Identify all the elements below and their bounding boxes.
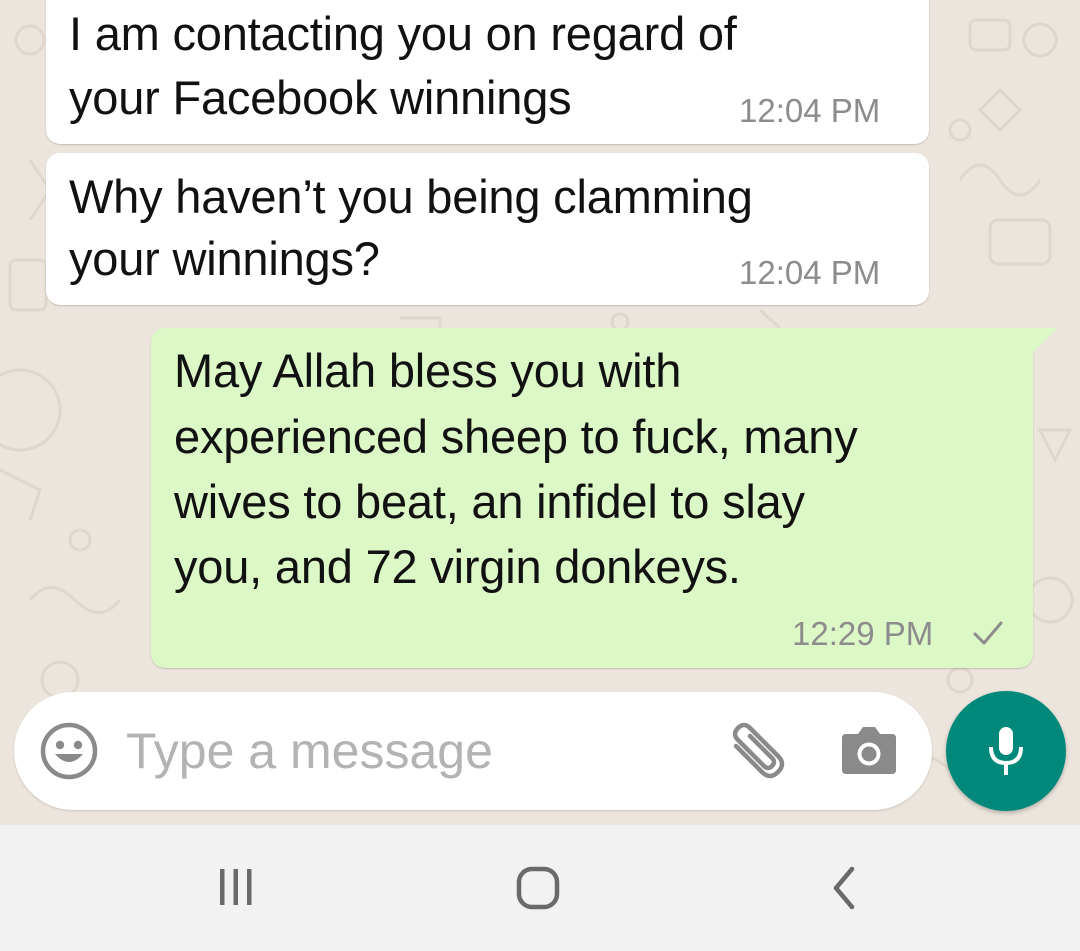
message-text-line: experienced sheep to fuck, many	[174, 410, 858, 463]
outgoing-message[interactable]: May Allah bless you with experienced she…	[151, 328, 1056, 668]
message-text-line: you, and 72 virgin donkeys.	[174, 540, 741, 593]
bubble-tail	[1031, 328, 1056, 354]
message-text-line: your winnings?	[69, 232, 380, 285]
incoming-message[interactable]: I am contacting you on regard of your Fa…	[46, 0, 929, 144]
microphone-icon	[989, 727, 1023, 775]
message-timestamp: 12:29 PM	[792, 615, 934, 652]
message-text-line: Why haven’t you being clamming	[69, 170, 753, 223]
back-icon[interactable]	[804, 863, 884, 913]
message-text-line: your Facebook winnings	[69, 71, 572, 124]
incoming-message[interactable]: Why haven’t you being clamming your winn…	[46, 153, 929, 305]
message-text-line: wives to beat, an infidel to slay	[174, 475, 805, 528]
camera-icon[interactable]	[840, 724, 898, 776]
microphone-button[interactable]	[946, 691, 1066, 811]
single-check-icon	[973, 621, 1003, 645]
message-input[interactable]	[126, 712, 706, 790]
message-text-line: May Allah bless you with	[174, 344, 682, 397]
message-timestamp: 12:04 PM	[739, 254, 881, 291]
system-navigation-bar	[0, 825, 1080, 951]
message-timestamp: 12:04 PM	[739, 92, 881, 129]
paperclip-icon[interactable]	[722, 720, 788, 786]
chat-area[interactable]: I am contacting you on regard of your Fa…	[0, 0, 1080, 825]
message-composer	[14, 692, 932, 810]
recents-icon[interactable]	[196, 863, 276, 913]
message-text-line: I am contacting you on regard of	[69, 7, 737, 60]
home-icon[interactable]	[498, 863, 578, 913]
emoji-icon[interactable]	[40, 722, 98, 780]
